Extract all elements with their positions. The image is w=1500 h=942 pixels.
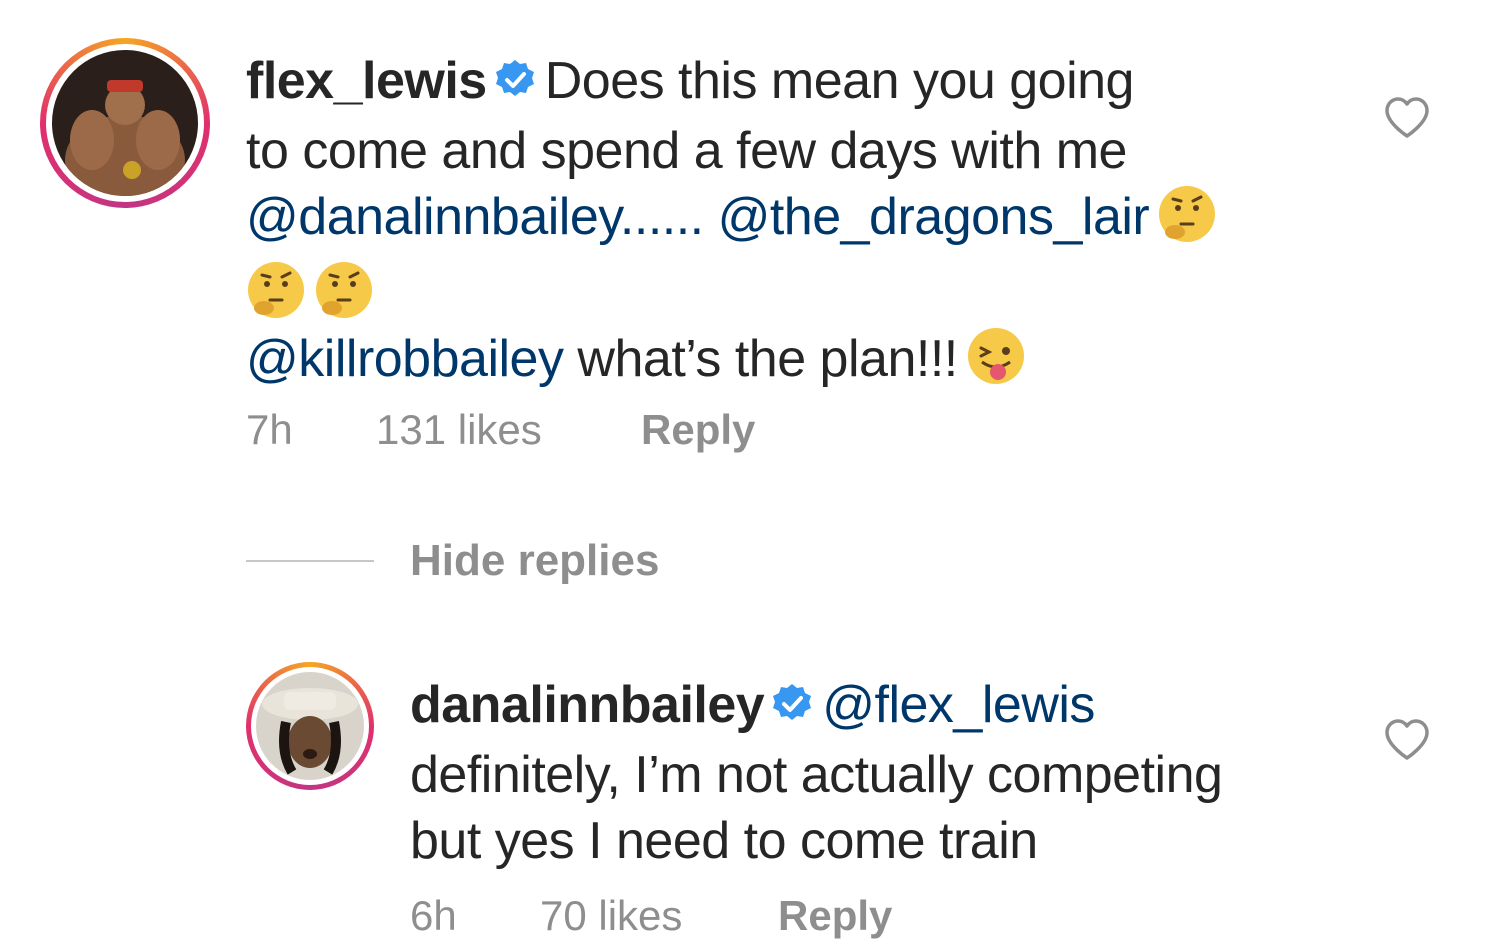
- comment-time: 7h: [246, 406, 293, 453]
- mention-link[interactable]: @flex_lewis: [822, 676, 1095, 734]
- comment-line: @killrobbailey what’s the plan!!!: [246, 326, 1346, 402]
- divider: [246, 560, 374, 562]
- comment-line: to come and spend a few days with me: [246, 122, 1127, 180]
- likes-count[interactable]: 131 likes: [376, 406, 641, 454]
- mention-link[interactable]: @killrobbailey: [246, 330, 564, 388]
- comment-line: definitely, I’m not actually competing: [410, 746, 1223, 804]
- like-heart-icon[interactable]: [1383, 96, 1431, 145]
- thinking-face-icon: [246, 260, 306, 336]
- likes-count[interactable]: 70 likes: [540, 892, 778, 940]
- comment-time: 6h: [410, 892, 457, 939]
- winking-tongue-face-icon: [966, 326, 1026, 402]
- comment-danalinnbailey: danalinnbailey @flex_lewis definitely, I’…: [0, 640, 1500, 942]
- comment-meta: 6h 70 likes Reply: [410, 892, 892, 940]
- comment-text: danalinnbailey @flex_lewis definitely, I’…: [410, 672, 1370, 874]
- hide-replies-label: Hide replies: [410, 536, 660, 585]
- verified-badge-icon: [770, 676, 814, 742]
- comment-line: but yes I need to come train: [410, 812, 1038, 870]
- reply-button[interactable]: Reply: [778, 892, 892, 940]
- hide-replies-button[interactable]: Hide replies: [246, 536, 659, 586]
- reply-button[interactable]: Reply: [641, 406, 755, 454]
- avatar-image: [256, 672, 364, 780]
- avatar-image: [52, 50, 198, 196]
- verified-badge-icon: [493, 52, 537, 118]
- thinking-face-icon: [1157, 184, 1217, 260]
- comment-body: what’s the plan!!!: [577, 330, 958, 388]
- like-heart-icon[interactable]: [1383, 718, 1431, 767]
- comment-text: flex_lewis Does this mean you going to co…: [246, 48, 1346, 402]
- mention-link[interactable]: @danalinnbailey......: [246, 188, 704, 246]
- mention-link[interactable]: @the_dragons_lair: [718, 188, 1150, 246]
- username[interactable]: flex_lewis: [246, 52, 487, 110]
- comment-line: flex_lewis Does this mean you going: [246, 48, 1346, 118]
- comment-line: @danalinnbailey...... @the_dragons_lair: [246, 184, 1346, 260]
- comment-body: Does this mean you going: [544, 52, 1135, 110]
- thinking-face-icon: [314, 260, 374, 336]
- avatar[interactable]: [246, 662, 374, 790]
- comment-line: danalinnbailey @flex_lewis: [410, 672, 1370, 742]
- comment-line: [246, 260, 1346, 326]
- avatar[interactable]: [40, 38, 210, 208]
- comment-flex-lewis: flex_lewis Does this mean you going to co…: [0, 0, 1500, 480]
- username[interactable]: danalinnbailey: [410, 676, 765, 734]
- comment-meta: 7h 131 likes Reply: [246, 406, 755, 454]
